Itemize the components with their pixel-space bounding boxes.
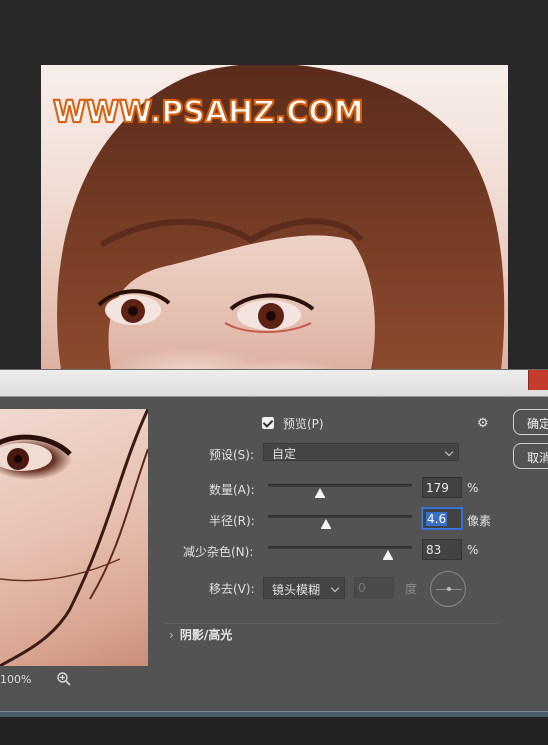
- cancel-button[interactable]: 取消: [513, 443, 548, 469]
- zoom-level: 100%: [0, 673, 32, 686]
- smart-sharpen-dialog: 100% 预览(P) ⚙ 确定 取消 预设(S): 自定 数量(A): 179 …: [0, 369, 548, 717]
- reduce-noise-slider-thumb[interactable]: [382, 550, 393, 560]
- remove-select-value: 镜头模糊: [272, 583, 321, 597]
- remove-select[interactable]: 镜头模糊: [263, 577, 345, 599]
- close-button[interactable]: [528, 370, 548, 390]
- preview-checkbox-label[interactable]: 预览(P): [283, 415, 324, 432]
- section-divider: [163, 623, 498, 624]
- reduce-noise-slider[interactable]: [268, 546, 412, 560]
- amount-slider-thumb[interactable]: [314, 488, 325, 498]
- angle-input: 0: [354, 577, 394, 598]
- chevron-down-icon: [444, 447, 454, 457]
- preview-image[interactable]: [0, 409, 148, 666]
- watermark-text: WWW.PSAHZ.COM: [52, 94, 365, 131]
- workspace-bottom: [0, 717, 548, 745]
- radius-input[interactable]: 4.6: [422, 508, 462, 529]
- angle-dial-icon: [430, 571, 466, 607]
- remove-label: 移去(V):: [209, 582, 255, 596]
- amount-unit: %: [467, 481, 479, 495]
- amount-label: 数量(A):: [209, 483, 255, 497]
- angle-unit: 度: [405, 582, 418, 596]
- zoom-in-icon[interactable]: [56, 671, 72, 687]
- reduce-noise-label: 减少杂色(N):: [183, 545, 254, 559]
- amount-input-value: 179: [426, 481, 449, 495]
- preview-face-shape: [0, 409, 148, 666]
- chevron-down-icon: [330, 583, 340, 593]
- reduce-noise-input-value: 83: [426, 543, 442, 557]
- preset-label: 预设(S):: [209, 448, 255, 462]
- shadows-highlights-label: 阴影/高光: [179, 628, 233, 642]
- reduce-noise-input[interactable]: 83: [422, 539, 462, 560]
- chevron-right-icon: ›: [169, 628, 174, 642]
- preset-select-value: 自定: [272, 447, 297, 461]
- angle-input-value: 0: [358, 581, 366, 595]
- preset-select[interactable]: 自定: [263, 443, 459, 461]
- radius-label: 半径(R):: [209, 514, 255, 528]
- ok-button[interactable]: 确定: [513, 409, 548, 435]
- radius-input-value: 4.6: [426, 512, 448, 526]
- amount-slider[interactable]: [268, 484, 412, 498]
- dialog-titlebar[interactable]: [0, 370, 548, 397]
- radius-unit: 像素: [467, 514, 492, 528]
- radius-slider[interactable]: [268, 515, 412, 529]
- reduce-noise-unit: %: [467, 543, 479, 557]
- gear-icon[interactable]: ⚙: [477, 416, 489, 431]
- screen: WWW.PSAHZ.COM 100% 预览(P) ⚙ 确定 取消 预设(S): …: [0, 0, 548, 745]
- amount-input[interactable]: 179: [422, 477, 462, 498]
- shadows-highlights-section[interactable]: › 阴影/高光: [169, 626, 232, 643]
- preview-checkbox[interactable]: [262, 417, 274, 429]
- radius-slider-thumb[interactable]: [320, 519, 331, 529]
- background-photo: WWW.PSAHZ.COM: [41, 65, 508, 370]
